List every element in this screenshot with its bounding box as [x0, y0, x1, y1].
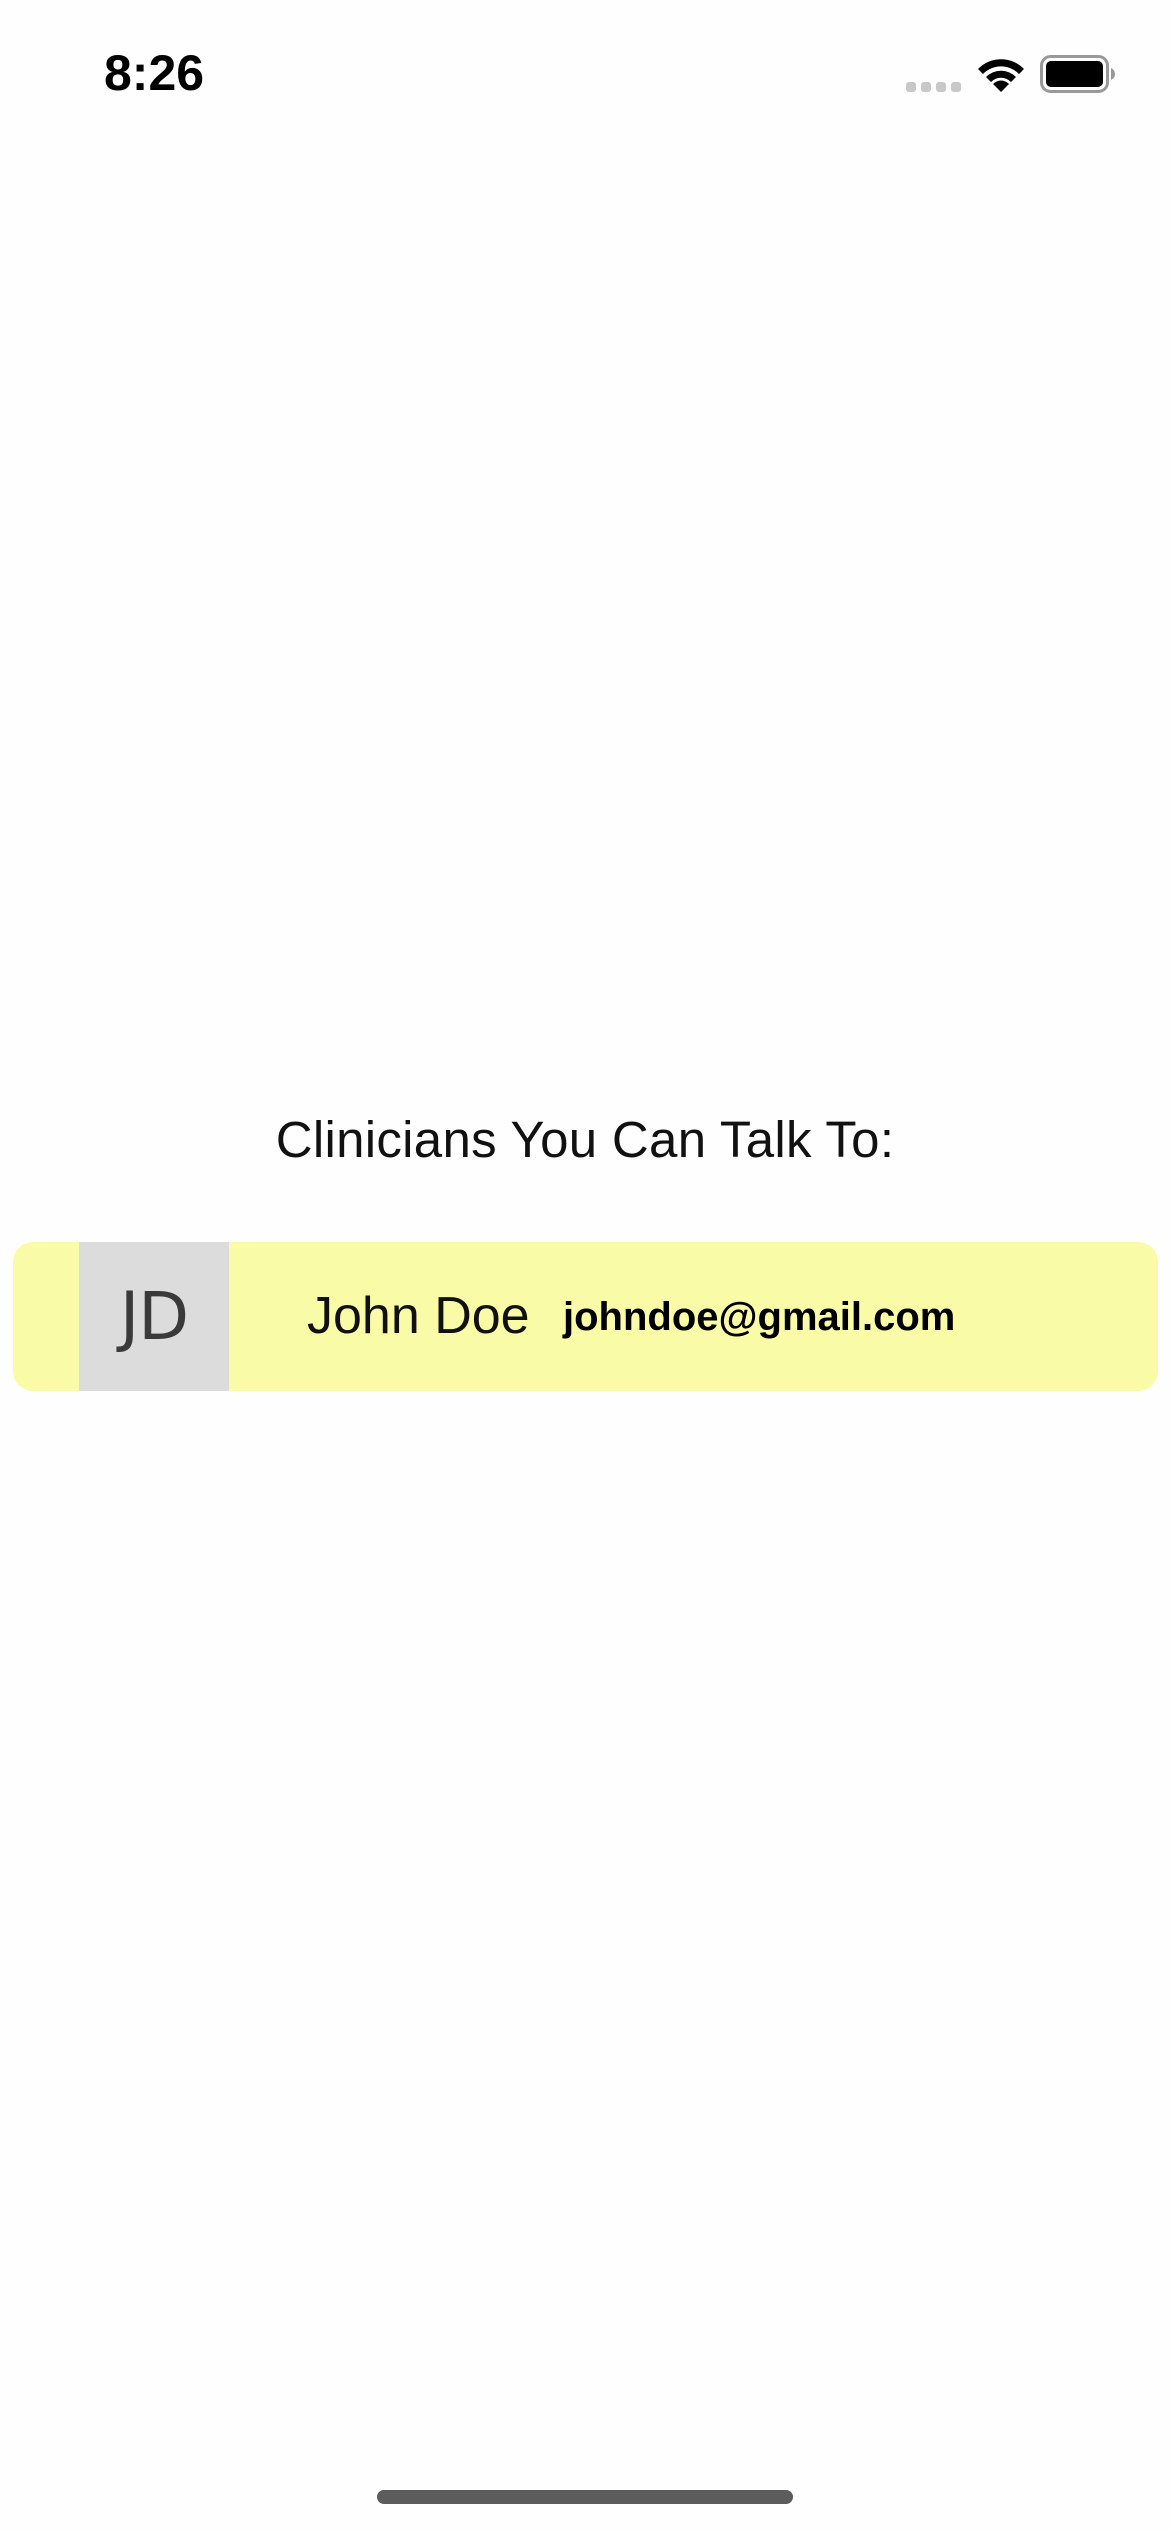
status-bar: 8:26	[0, 0, 1170, 150]
avatar: JD	[79, 1242, 229, 1391]
page-title: Clinicians You Can Talk To:	[275, 1111, 895, 1168]
cellular-signal-icon	[906, 82, 961, 92]
clinician-name: John Doe	[307, 1287, 530, 1345]
status-time: 8:26	[104, 45, 205, 101]
clinician-email: johndoe@gmail.com	[563, 1295, 956, 1339]
clinician-list-item[interactable]: JD John Doe johndoe@gmail.com	[13, 1242, 1158, 1391]
avatar-initials: JD	[119, 1278, 189, 1355]
wifi-icon	[978, 59, 1024, 92]
screen: 8:26 Clinicians You Can Talk To: JD John…	[0, 0, 1170, 2532]
home-indicator[interactable]	[377, 2490, 793, 2504]
battery-icon	[1040, 55, 1115, 93]
